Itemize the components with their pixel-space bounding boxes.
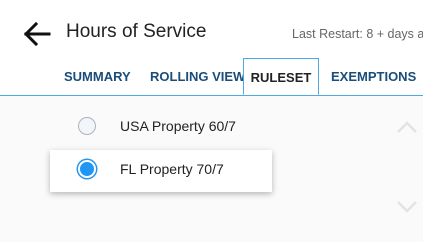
ruleset-panel: USA Property 60/7 FL Property 70/7 [0,96,423,242]
tab-rolling-view[interactable]: ROLLING VIEW [150,58,245,95]
last-restart-text: Last Restart: 8 + days ago [292,27,423,41]
tab-exemptions[interactable]: EXEMPTIONS [331,58,416,95]
radio-unselected[interactable] [78,117,96,135]
hours-of-service-screen: Hours of Service Last Restart: 8 + days … [0,0,423,242]
chevron-up-icon[interactable] [396,120,418,134]
arrow-left-icon [23,21,51,47]
back-button[interactable] [22,19,52,49]
chevron-down-icon[interactable] [396,200,418,214]
ruleset-option-label: FL Property 70/7 [120,161,224,177]
tab-summary[interactable]: SUMMARY [64,58,131,95]
radio-selected[interactable] [78,160,96,178]
tab-bar: SUMMARY ROLLING VIEW RULESET EXEMPTIONS [0,58,423,96]
tab-ruleset[interactable]: RULESET [243,58,319,95]
selected-ruleset-card[interactable]: FL Property 70/7 [50,150,272,192]
page-title: Hours of Service [66,21,207,42]
header: Hours of Service Last Restart: 8 + days … [0,0,423,54]
ruleset-option-label: USA Property 60/7 [120,118,236,134]
